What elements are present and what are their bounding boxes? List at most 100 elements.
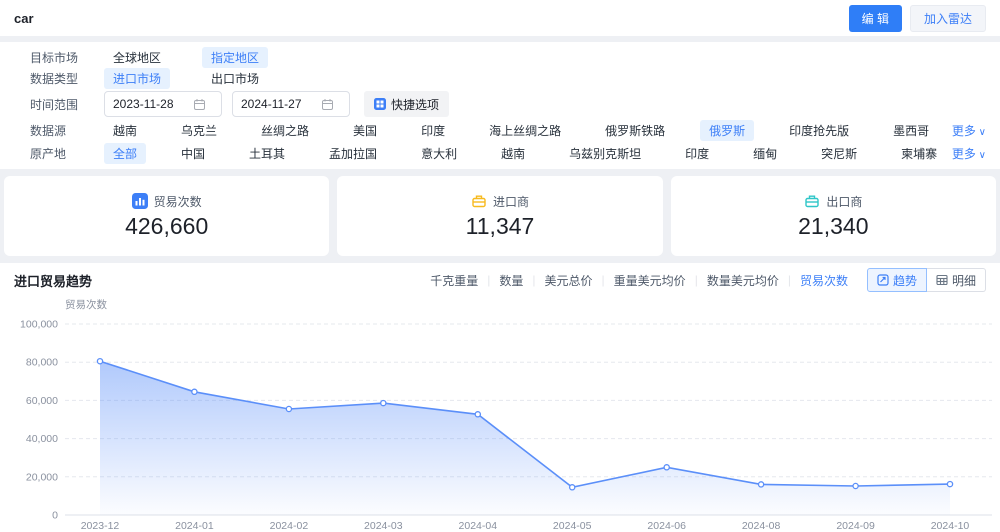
svg-text:2024-09: 2024-09 — [836, 520, 875, 532]
svg-text:40,000: 40,000 — [26, 433, 58, 445]
filter-option[interactable]: 突尼斯 — [812, 143, 866, 164]
importer-label: 进口商 — [492, 194, 529, 209]
origin-label: 原产地 — [30, 147, 67, 161]
svg-text:60,000: 60,000 — [26, 395, 58, 407]
filter-option[interactable]: 中国 — [172, 143, 214, 164]
chart-header: 进口贸易趋势 千克重量 | 数量 | 美元总价 | 重量美元均价 | 数量美元均价 | 贸易次数 趋… — [0, 263, 1000, 292]
exporter-value: 21,340 — [798, 212, 869, 239]
svg-text:贸易次数: 贸易次数 — [65, 298, 107, 311]
filter-option[interactable]: 进口市场 — [104, 68, 171, 89]
svg-text:2024-05: 2024-05 — [553, 520, 592, 532]
filter-option[interactable]: 海上丝绸之路 — [480, 120, 570, 141]
origin-more-link[interactable]: 更多 — [952, 145, 986, 162]
stats-row: 贸易次数 426,660 进口商 11,347 出口商 21,340 — [4, 176, 996, 256]
quick-options-icon — [374, 98, 386, 110]
filter-option[interactable]: 印度 — [676, 143, 718, 164]
trend-icon — [877, 274, 889, 286]
edit-button[interactable]: 编 辑 — [848, 4, 902, 32]
end-date-picker[interactable] — [232, 91, 350, 117]
filter-option[interactable]: 俄罗斯 — [700, 120, 755, 141]
trade-trend-area-chart: 0 20,000 40,000 60,000 80,000 100,000 贸易次数 2023… — [20, 298, 992, 532]
detail-table-icon — [936, 274, 948, 286]
svg-text:2024-06: 2024-06 — [647, 520, 686, 532]
svg-text:2024-03: 2024-03 — [364, 520, 403, 532]
svg-text:2023-12: 2023-12 — [81, 520, 120, 532]
import-trend-panel: 进口贸易趋势 千克重量 | 数量 | 美元总价 | 重量美元均价 | 数量美元均价 | 贸易次数 趋… — [0, 263, 1000, 532]
filter-option[interactable]: 印度抢先版 — [780, 120, 858, 141]
filter-option[interactable]: 越南 — [492, 143, 534, 164]
data-source-row: 数据源 越南乌克兰丝绸之路美国印度海上丝绸之路俄罗斯铁路俄罗斯印度抢先版墨西哥哈… — [30, 119, 986, 142]
svg-text:0: 0 — [52, 510, 58, 522]
time-range-label: 时间范围 — [30, 97, 79, 112]
time-range-row: 时间范围 快捷选项 — [30, 89, 986, 119]
metric-tab[interactable]: 数量美元均价 — [698, 272, 788, 289]
filter-option[interactable]: 印度 — [412, 120, 454, 141]
svg-text:2024-01: 2024-01 — [175, 520, 214, 532]
metric-tab[interactable]: 美元总价 — [536, 272, 602, 289]
trade-count-card: 贸易次数 426,660 — [4, 176, 330, 256]
trade-count-bar-chart-icon — [131, 193, 148, 209]
start-date-input[interactable] — [113, 97, 193, 111]
svg-text:2024-10: 2024-10 — [931, 520, 970, 532]
data-type-row: 数据类型 进口市场 出口市场 — [30, 68, 986, 89]
filter-option[interactable]: 美国 — [344, 120, 386, 141]
target-market-row: 目标市场 全球地区 指定地区 — [30, 47, 986, 68]
data-source-label: 数据源 — [30, 124, 67, 138]
svg-text:2024-08: 2024-08 — [742, 520, 781, 532]
target-market-options: 全球地区 指定地区 — [104, 47, 986, 68]
chart-title: 进口贸易趋势 — [14, 273, 93, 289]
filter-option[interactable]: 缅甸 — [744, 143, 786, 164]
filter-option[interactable]: 意大利 — [412, 143, 466, 164]
metric-tab[interactable]: 重量美元均价 — [605, 272, 695, 289]
end-date-input[interactable] — [241, 97, 321, 111]
origin-row: 原产地 全部中国土耳其孟加拉国意大利越南乌兹别克斯坦印度缅甸突尼斯柬埔寨德国保加… — [30, 142, 986, 165]
calendar-icon — [194, 98, 205, 110]
importer-icon — [472, 195, 486, 208]
importer-value: 11,347 — [465, 212, 535, 239]
filter-panel: 目标市场 全球地区 指定地区 数据类型 进口市场 出口市场 时间范围 快捷选项 数据… — [0, 42, 1000, 169]
start-date-picker[interactable] — [104, 91, 222, 117]
filter-option[interactable]: 全部 — [104, 143, 147, 164]
detail-view-button[interactable]: 明细 — [926, 268, 986, 292]
svg-text:20,000: 20,000 — [26, 471, 58, 483]
exporter-card: 出口商 21,340 — [670, 176, 996, 256]
origin-options: 全部中国土耳其孟加拉国意大利越南乌兹别克斯坦印度缅甸突尼斯柬埔寨德国保加利亚葡萄… — [104, 143, 952, 164]
add-radar-button[interactable]: 加入雷达 — [909, 4, 986, 32]
svg-text:100,000: 100,000 — [20, 319, 58, 331]
topbar: car 编 辑 加入雷达 — [0, 0, 1000, 36]
metric-tab[interactable]: 千克重量 — [421, 272, 487, 289]
filter-option[interactable]: 孟加拉国 — [320, 143, 386, 164]
trade-count-label: 贸易次数 — [153, 194, 202, 209]
quick-options-button[interactable]: 快捷选项 — [364, 91, 450, 117]
calendar-icon — [322, 98, 333, 110]
filter-option[interactable]: 乌兹别克斯坦 — [560, 143, 650, 164]
filter-option[interactable]: 乌克兰 — [172, 120, 226, 141]
filter-option[interactable]: 全球地区 — [104, 47, 170, 68]
filter-option[interactable]: 越南 — [104, 120, 146, 141]
target-market-label: 目标市场 — [30, 51, 79, 65]
filter-option[interactable]: 指定地区 — [202, 47, 269, 68]
filter-option[interactable]: 墨西哥 — [884, 120, 938, 141]
importer-card: 进口商 11,347 — [337, 176, 663, 256]
data-type-options: 进口市场 出口市场 — [104, 68, 986, 89]
filter-option[interactable]: 出口市场 — [202, 68, 268, 89]
metric-tab[interactable]: 数量 — [490, 272, 532, 289]
filter-option[interactable]: 俄罗斯铁路 — [596, 120, 674, 141]
topbar-actions: 编 辑 加入雷达 — [848, 4, 986, 32]
data-source-options: 越南乌克兰丝绸之路美国印度海上丝绸之路俄罗斯铁路俄罗斯印度抢先版墨西哥哈萨克斯坦… — [104, 120, 952, 141]
filter-option[interactable]: 柬埔寨 — [892, 143, 946, 164]
filter-option[interactable]: 丝绸之路 — [252, 120, 318, 141]
exporter-icon — [805, 195, 820, 208]
quick-options-label: 快捷选项 — [391, 97, 440, 112]
data-type-label: 数据类型 — [30, 72, 79, 86]
exporter-label: 出口商 — [826, 194, 863, 209]
filter-option[interactable]: 土耳其 — [240, 143, 294, 164]
metric-tab[interactable]: 贸易次数 — [791, 272, 857, 289]
trend-view-button[interactable]: 趋势 — [866, 268, 927, 292]
page-title: car — [14, 10, 34, 26]
trend-view-label: 趋势 — [892, 273, 917, 288]
data-source-more-link[interactable]: 更多 — [952, 122, 986, 139]
svg-text:2024-02: 2024-02 — [270, 520, 309, 532]
trade-count-value: 426,660 — [125, 212, 209, 239]
metric-tabs: 千克重量 | 数量 | 美元总价 | 重量美元均价 | 数量美元均价 | 贸易次数 — [421, 272, 857, 289]
